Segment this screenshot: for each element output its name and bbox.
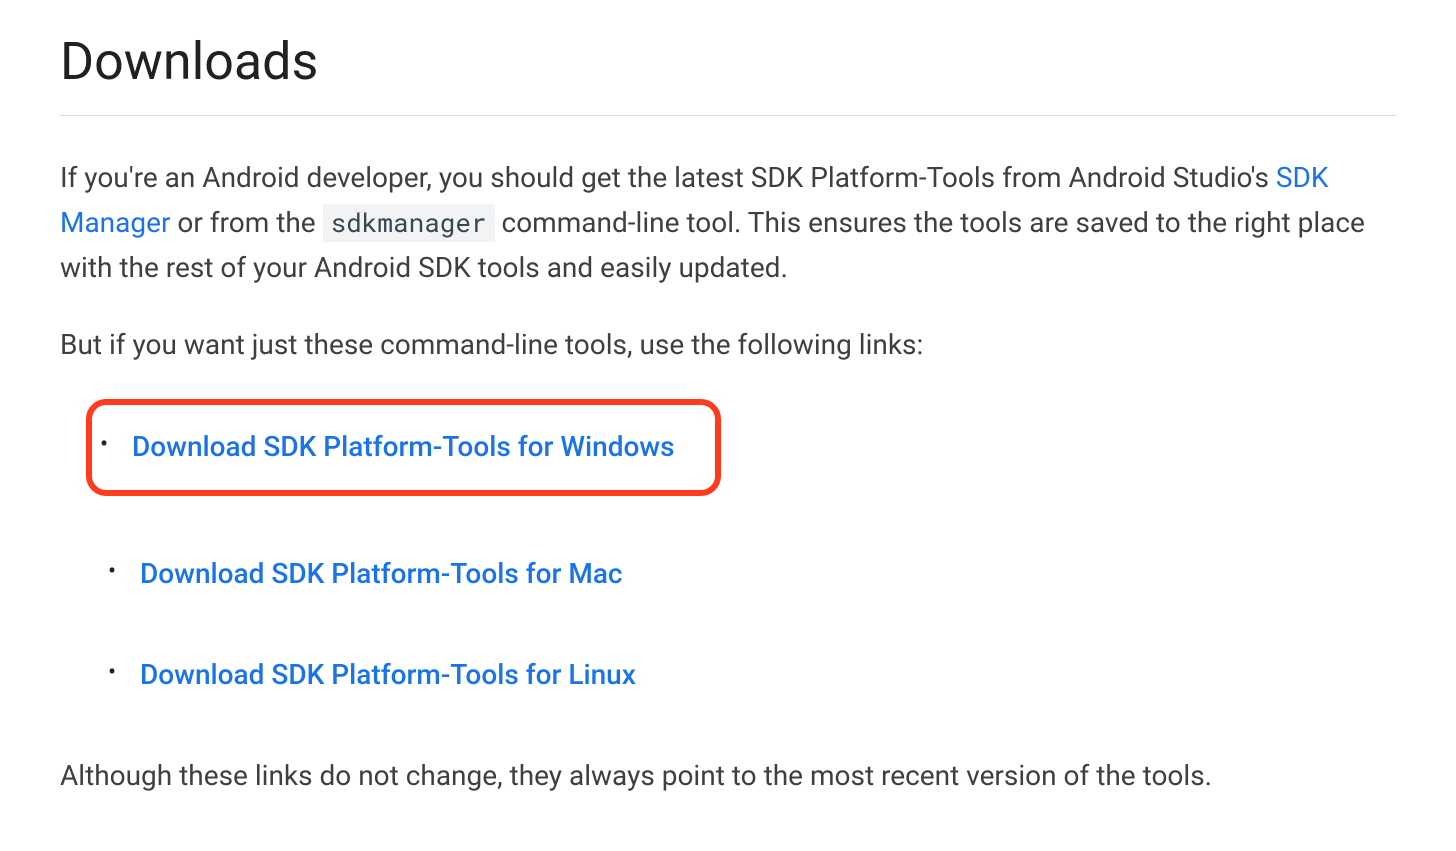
download-link-mac[interactable]: Download SDK Platform-Tools for Mac xyxy=(140,557,623,590)
download-item-linux: Download SDK Platform-Tools for Linux xyxy=(100,653,1396,698)
links-intro-paragraph: But if you want just these command-line … xyxy=(60,323,1396,368)
sdkmanager-code: sdkmanager xyxy=(323,204,495,242)
highlight-annotation: Download SDK Platform-Tools for Windows xyxy=(86,399,721,496)
download-item-mac: Download SDK Platform-Tools for Mac xyxy=(100,552,1396,597)
page-heading: Downloads xyxy=(60,20,1396,116)
intro-paragraph: If you're an Android developer, you shou… xyxy=(60,156,1396,290)
intro-text-1: If you're an Android developer, you shou… xyxy=(60,161,1276,194)
download-item-windows: Download SDK Platform-Tools for Windows xyxy=(92,425,675,470)
intro-text-2: or from the xyxy=(170,206,322,239)
footer-paragraph: Although these links do not change, they… xyxy=(60,754,1396,799)
download-link-linux[interactable]: Download SDK Platform-Tools for Linux xyxy=(140,658,636,691)
download-links-list: Download SDK Platform-Tools for Windows … xyxy=(60,399,1396,697)
download-link-windows[interactable]: Download SDK Platform-Tools for Windows xyxy=(132,430,675,463)
